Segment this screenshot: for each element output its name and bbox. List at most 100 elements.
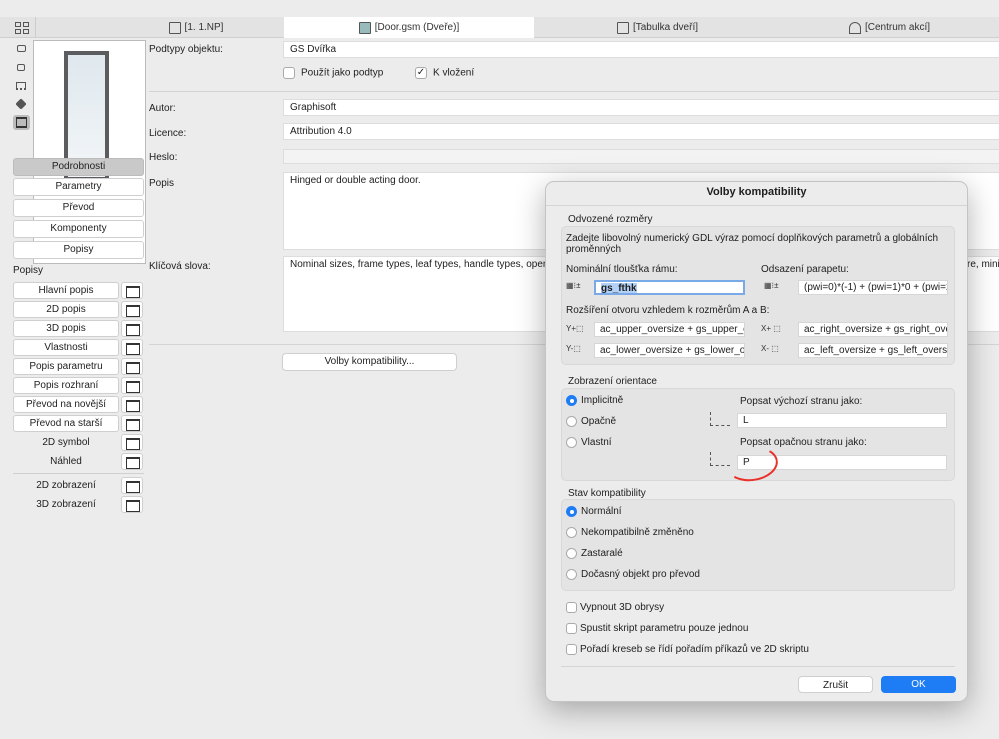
3d-cube-icon[interactable]	[15, 98, 27, 110]
script-item-interface[interactable]: Popis rozhraní	[13, 377, 119, 394]
window-icon[interactable]	[121, 358, 143, 375]
radio-temporary[interactable]: Dočasný objekt pro převod	[566, 569, 700, 580]
script-item-properties[interactable]: Vlastnosti	[13, 339, 119, 356]
parapet-offset-icon: ▦⁝±	[764, 281, 779, 290]
checkbox-icon	[566, 644, 577, 655]
subtype-field[interactable]: GS Dvířka	[283, 41, 999, 58]
window-icon[interactable]	[121, 415, 143, 432]
script-item-3d[interactable]: 3D popis	[13, 320, 119, 337]
run-parameter-script-once-checkbox[interactable]: Spustit skript parametru pouze jednou	[566, 623, 748, 634]
author-field[interactable]: Graphisoft	[283, 99, 999, 116]
license-field[interactable]: Attribution 4.0	[283, 123, 999, 140]
list-view-icon[interactable]	[13, 115, 30, 130]
window-icon[interactable]	[121, 477, 143, 494]
script-item-backward-migration[interactable]: Převod na starší	[13, 415, 119, 432]
script-item-parameter[interactable]: Popis parametru	[13, 358, 119, 375]
window-icon[interactable]	[121, 320, 143, 337]
view-icon-2[interactable]	[17, 64, 25, 71]
radio-deprecated[interactable]: Zastaralé	[566, 548, 623, 559]
nav-parameters[interactable]: Parametry	[13, 178, 144, 196]
y-plus-text: Y+	[566, 324, 577, 333]
window-icon[interactable]	[121, 282, 143, 299]
password-field[interactable]	[283, 149, 999, 164]
radio-label: Implicitně	[581, 395, 624, 407]
keywords-text: Nominal sizes, frame types, leaf types, …	[290, 259, 557, 270]
left-oversize-input[interactable]: ac_left_oversize + gs_left_oversi	[798, 343, 948, 358]
nav-migration[interactable]: Převod	[13, 199, 144, 217]
script-item-master[interactable]: Hlavní popis	[13, 282, 119, 299]
script-item-forward-migration[interactable]: Převod na novější	[13, 396, 119, 413]
radio-icon	[566, 416, 577, 427]
y-minus-text: Y-	[566, 344, 574, 353]
x-plus-text: X+	[761, 324, 772, 333]
radio-normal[interactable]: Normální	[566, 506, 622, 517]
checkbox-label: Spustit skript parametru pouze jednou	[580, 623, 749, 635]
tab-label: [Tabulka dveří]	[632, 22, 699, 33]
ok-button[interactable]: OK	[881, 676, 956, 693]
divider	[13, 473, 144, 474]
derived-title: Odvozené rozměry	[568, 214, 653, 225]
y-minus-icon: Y-⬚	[566, 344, 581, 353]
door-object-icon	[358, 21, 371, 34]
radio-opposite[interactable]: Opačně	[566, 416, 616, 427]
window-icon[interactable]	[121, 434, 143, 451]
drawing-order-checkbox[interactable]: Pořadí kreseb se řídí pořadím příkazů ve…	[566, 644, 809, 655]
lower-oversize-input[interactable]: ac_lower_oversize + gs_lower_ov	[594, 343, 745, 358]
window-icon[interactable]	[121, 396, 143, 413]
parapet-offset-input[interactable]: (pwi=0)*(-1) + (pwi=1)*0 + (pwi=2	[798, 280, 948, 295]
radio-implicit[interactable]: Implicitně	[566, 395, 623, 406]
radio-icon	[566, 527, 577, 538]
tab-door-table[interactable]: [Tabulka dveří]	[535, 17, 780, 38]
window-icon[interactable]	[121, 453, 143, 470]
radio-icon	[566, 548, 577, 559]
compatibility-options-button[interactable]: Volby kompatibility...	[282, 353, 457, 371]
frame-thickness-input[interactable]: gs_fthk	[594, 280, 745, 295]
radio-label: Normální	[581, 506, 622, 518]
default-side-input[interactable]: L	[737, 413, 947, 428]
radio-custom[interactable]: Vlastní	[566, 437, 612, 448]
placeable-checkbox[interactable]: ✓ K vložení	[415, 67, 474, 79]
tab-label: [1. 1.NP]	[184, 22, 224, 33]
view-icon-1[interactable]	[17, 45, 26, 52]
window-icon[interactable]	[121, 496, 143, 513]
cancel-button[interactable]: Zrušit	[798, 676, 873, 693]
checkbox-label: K vložení	[433, 67, 475, 79]
checkbox-label: Použít jako podtyp	[301, 67, 384, 79]
use-as-subtype-checkbox[interactable]: Použít jako podtyp	[283, 67, 383, 79]
popisy-heading: Popisy	[13, 265, 44, 276]
nav-components[interactable]: Komponenty	[13, 220, 144, 238]
compatibility-dialog: Volby kompatibility Odvozené rozměry Zad…	[545, 181, 968, 702]
section-icon[interactable]	[16, 82, 26, 90]
table-icon	[616, 21, 629, 34]
checkmark-icon: ✓	[415, 67, 427, 79]
item-3d-view[interactable]: 3D zobrazení	[13, 496, 119, 513]
item-2d-symbol[interactable]: 2D symbol	[13, 434, 119, 451]
window-icon[interactable]	[121, 339, 143, 356]
radio-icon	[566, 506, 577, 517]
keywords-label: Klíčová slova:	[149, 261, 211, 272]
tab-label: [Centrum akcí]	[864, 22, 931, 33]
item-preview[interactable]: Náhled	[13, 453, 119, 470]
checkbox-label: Vypnout 3D obrysy	[580, 602, 665, 614]
right-oversize-input[interactable]: ac_right_oversize + gs_right_ove	[798, 322, 948, 337]
grid-view-button[interactable]	[8, 17, 36, 38]
radio-incompatible[interactable]: Nekompatibilně změněno	[566, 527, 694, 538]
radio-label: Dočasný objekt pro převod	[581, 569, 700, 581]
radio-label: Zastaralé	[581, 548, 623, 560]
window-icon[interactable]	[121, 301, 143, 318]
tab-door-object[interactable]: [Door.gsm (Dveře)]	[284, 17, 534, 38]
window-icon[interactable]	[121, 377, 143, 394]
nav-descriptors[interactable]: Popisy	[13, 241, 144, 259]
disable-3d-outline-checkbox[interactable]: Vypnout 3D obrysy	[566, 602, 664, 613]
tab-action-center[interactable]: [Centrum akcí]	[780, 17, 999, 38]
tab-floor-plan[interactable]: [1. 1.NP]	[110, 17, 282, 38]
upper-oversize-input[interactable]: ac_upper_oversize + gs_upper_ov	[594, 322, 745, 337]
default-side-label: Popsat výchozí stranu jako:	[740, 396, 863, 407]
grid-icon	[14, 21, 29, 34]
script-item-2d[interactable]: 2D popis	[13, 301, 119, 318]
item-2d-view[interactable]: 2D zobrazení	[13, 477, 119, 494]
subtype-label: Podtypy objektu:	[149, 44, 223, 55]
nav-details[interactable]: Podrobnosti	[13, 158, 144, 176]
description-label: Popis	[149, 178, 175, 189]
x-minus-icon: X- ⬚	[761, 344, 779, 353]
